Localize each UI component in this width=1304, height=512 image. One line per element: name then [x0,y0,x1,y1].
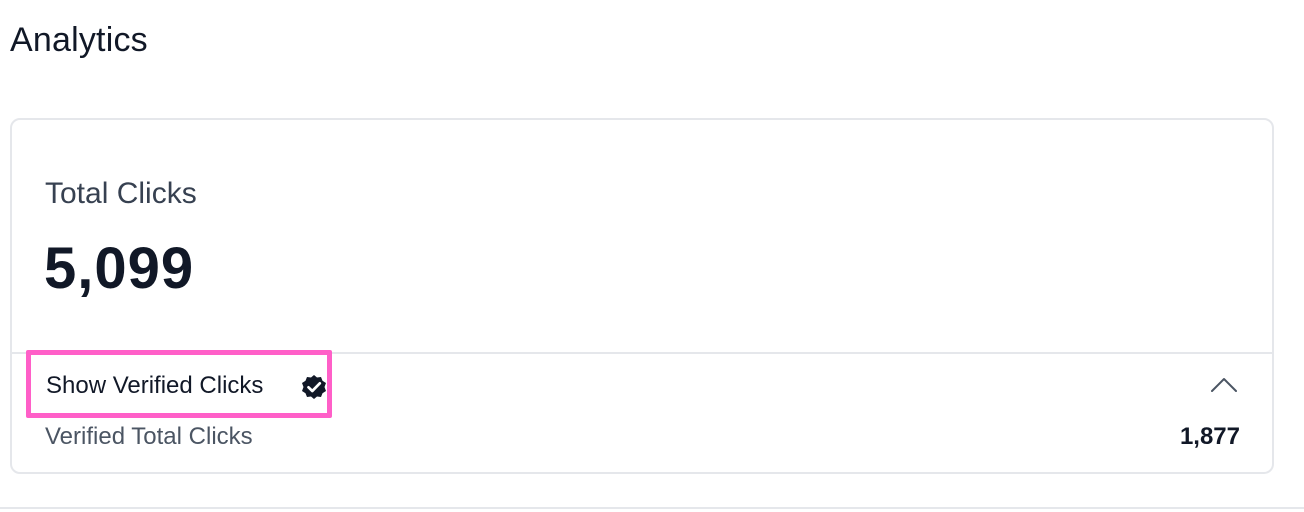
metric-label: Total Clicks [45,177,197,210]
show-verified-clicks-toggle[interactable]: Show Verified Clicks [26,350,332,418]
bottom-divider [0,507,1304,509]
show-verified-clicks-label: Show Verified Clicks [46,372,264,399]
card-summary: Total Clicks 5,099 [12,120,1272,354]
page-title: Analytics [10,21,148,59]
chevron-up-icon[interactable] [1209,374,1239,396]
total-clicks-card: Total Clicks 5,099 Show Verified Clicks … [10,118,1274,474]
verified-total-clicks-label: Verified Total Clicks [45,423,253,450]
verified-check-icon [300,373,328,401]
metric-value: 5,099 [44,236,195,301]
verified-total-clicks-value: 1,877 [1179,423,1240,450]
